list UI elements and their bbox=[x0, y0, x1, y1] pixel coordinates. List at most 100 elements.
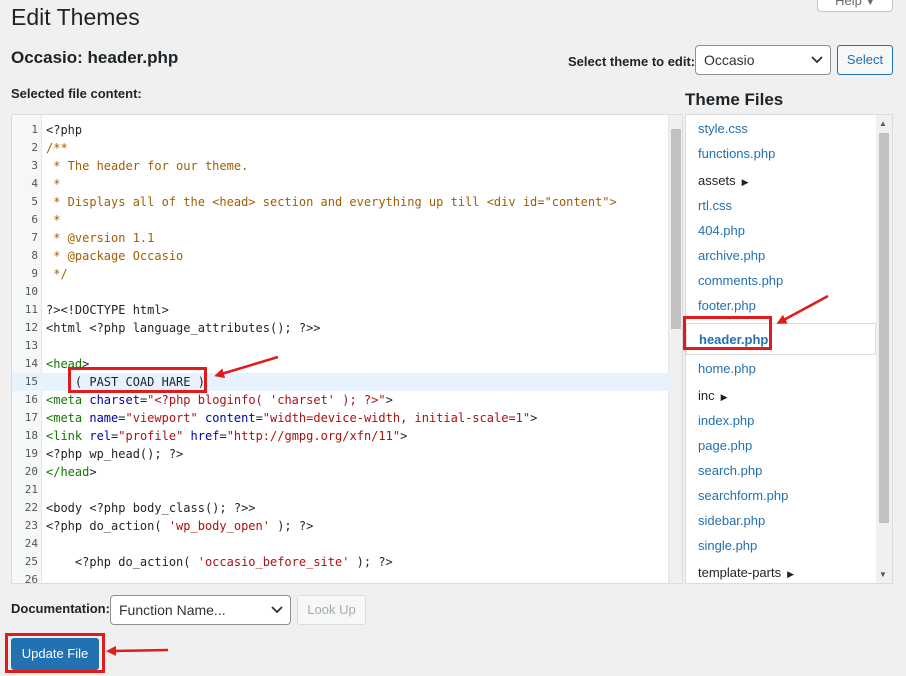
code-line[interactable]: 24 bbox=[12, 535, 669, 553]
code-text[interactable]: <html <?php language_attributes(); ?>> bbox=[46, 319, 321, 337]
code-line[interactable]: 3 * The header for our theme. bbox=[12, 157, 669, 175]
select-button[interactable]: Select bbox=[837, 45, 893, 75]
line-number: 2 bbox=[31, 141, 38, 154]
function-name-select[interactable]: Function Name... bbox=[110, 595, 291, 625]
code-text[interactable]: * bbox=[46, 175, 60, 193]
code-text[interactable]: <?php do_action( 'occasio_before_site' )… bbox=[46, 553, 393, 571]
code-text[interactable]: * Displays all of the <head> section and… bbox=[46, 193, 617, 211]
code-line[interactable]: 6 * bbox=[12, 211, 669, 229]
code-line[interactable]: 12 <html <?php language_attributes(); ?>> bbox=[12, 319, 669, 337]
code-line[interactable]: 11 ?><!DOCTYPE html> bbox=[12, 301, 669, 319]
code-line[interactable]: 16 <meta charset="<?php bloginfo( 'charse… bbox=[12, 391, 669, 409]
scroll-down-icon[interactable]: ▼ bbox=[879, 570, 887, 579]
code-text[interactable]: */ bbox=[46, 265, 67, 283]
code-text[interactable]: <?php wp_head(); ?> bbox=[46, 445, 183, 463]
theme-files-heading: Theme Files bbox=[685, 90, 784, 109]
code-text[interactable]: <?php do_action( 'wp_body_open' ); ?> bbox=[46, 517, 313, 535]
line-number: 3 bbox=[31, 159, 38, 172]
code-line[interactable]: 23 <?php do_action( 'wp_body_open' ); ?> bbox=[12, 517, 669, 535]
code-text[interactable]: <link rel="profile" href="http://gmpg.or… bbox=[46, 427, 407, 445]
code-text[interactable]: * The header for our theme. bbox=[46, 157, 248, 175]
file-item[interactable]: sidebar.php bbox=[698, 511, 765, 531]
line-number: 4 bbox=[31, 177, 38, 190]
editor-scrollbar[interactable] bbox=[668, 115, 682, 583]
file-item[interactable]: search.php bbox=[698, 461, 762, 481]
look-up-button[interactable]: Look Up bbox=[297, 595, 366, 625]
line-number: 19 bbox=[24, 447, 38, 460]
line-number: 20 bbox=[24, 465, 38, 478]
file-item[interactable]: footer.php bbox=[698, 296, 756, 316]
line-number: 1 bbox=[31, 123, 38, 136]
line-number: 22 bbox=[24, 501, 38, 514]
code-line[interactable]: 18 <link rel="profile" href="http://gmpg.… bbox=[12, 427, 669, 445]
file-item[interactable]: comments.php bbox=[698, 271, 783, 291]
expand-arrow-icon: ▶ bbox=[787, 569, 795, 579]
line-number: 14 bbox=[24, 357, 38, 370]
file-item[interactable]: searchform.php bbox=[698, 486, 788, 506]
expand-arrow-icon: ▶ bbox=[720, 392, 728, 402]
code-line[interactable]: 25 <?php do_action( 'occasio_before_site… bbox=[12, 553, 669, 571]
folder-item[interactable]: template-parts ▶ bbox=[698, 563, 794, 583]
code-line[interactable]: 20 </head> bbox=[12, 463, 669, 481]
code-line[interactable]: 2 /** bbox=[12, 139, 669, 157]
code-text[interactable]: * @package Occasio bbox=[46, 247, 183, 265]
code-text[interactable]: ?><!DOCTYPE html> bbox=[46, 301, 169, 319]
code-line[interactable]: 5 * Displays all of the <head> section a… bbox=[12, 193, 669, 211]
code-line[interactable]: 13 bbox=[12, 337, 669, 355]
file-item[interactable]: 404.php bbox=[698, 221, 745, 241]
line-number: 6 bbox=[31, 213, 38, 226]
files-scroll-thumb[interactable] bbox=[879, 133, 889, 523]
file-item[interactable]: archive.php bbox=[698, 246, 765, 266]
file-item[interactable]: single.php bbox=[698, 536, 757, 556]
expand-arrow-icon: ▶ bbox=[741, 177, 749, 187]
code-text[interactable]: * @version 1.1 bbox=[46, 229, 154, 247]
code-text[interactable]: <meta charset="<?php bloginfo( 'charset'… bbox=[46, 391, 393, 409]
line-number: 17 bbox=[24, 411, 38, 424]
file-item[interactable]: home.php bbox=[698, 359, 756, 379]
line-number: 5 bbox=[31, 195, 38, 208]
code-line[interactable]: 21 bbox=[12, 481, 669, 499]
code-line[interactable]: 26 bbox=[12, 571, 669, 583]
code-line[interactable]: 1 <?php bbox=[12, 121, 669, 139]
file-item[interactable]: style.css bbox=[698, 119, 748, 139]
theme-select[interactable]: Occasio bbox=[695, 45, 831, 75]
code-line[interactable]: 7 * @version 1.1 bbox=[12, 229, 669, 247]
code-line[interactable]: 4 * bbox=[12, 175, 669, 193]
code-text[interactable]: * bbox=[46, 211, 60, 229]
file-item[interactable]: functions.php bbox=[698, 144, 775, 164]
file-item[interactable]: page.php bbox=[698, 436, 752, 456]
code-text[interactable]: <?php bbox=[46, 121, 82, 139]
file-item[interactable]: rtl.css bbox=[698, 196, 732, 216]
code-text[interactable]: /** bbox=[46, 139, 68, 157]
code-line[interactable]: 19 <?php wp_head(); ?> bbox=[12, 445, 669, 463]
folder-label: template-parts bbox=[698, 565, 782, 580]
help-tab[interactable]: Help ▼ bbox=[817, 0, 893, 12]
file-item[interactable]: index.php bbox=[698, 411, 754, 431]
code-line[interactable]: 17 <meta name="viewport" content="width=d… bbox=[12, 409, 669, 427]
code-text[interactable]: <body <?php body_class(); ?>> bbox=[46, 499, 256, 517]
selected-file-content-label: Selected file content: bbox=[11, 86, 142, 101]
scroll-up-icon[interactable]: ▲ bbox=[879, 119, 887, 128]
code-line[interactable]: 9 */ bbox=[12, 265, 669, 283]
line-number: 10 bbox=[24, 285, 38, 298]
annotation-box-header-file bbox=[683, 316, 772, 350]
code-line[interactable]: 10 bbox=[12, 283, 669, 301]
line-number: 12 bbox=[24, 321, 38, 334]
files-scrollbar[interactable]: ▲ ▼ bbox=[876, 115, 892, 583]
function-name-value: Function Name... bbox=[119, 602, 226, 618]
line-number: 15 bbox=[24, 375, 38, 388]
code-text[interactable]: </head> bbox=[46, 463, 97, 481]
select-theme-label: Select theme to edit: bbox=[568, 54, 696, 69]
line-number: 18 bbox=[24, 429, 38, 442]
theme-select-value: Occasio bbox=[704, 52, 755, 68]
editor-scroll-thumb[interactable] bbox=[671, 129, 681, 329]
code-editor[interactable]: 1 <?php 2/** 3 * The header for our theme. 4… bbox=[11, 114, 683, 584]
folder-item[interactable]: assets ▶ bbox=[698, 171, 749, 191]
code-line[interactable]: 8 * @package Occasio bbox=[12, 247, 669, 265]
line-number: 25 bbox=[24, 555, 38, 568]
code-line[interactable]: 22 <body <?php body_class(); ?>> bbox=[12, 499, 669, 517]
annotation-box-update bbox=[5, 633, 105, 673]
documentation-label: Documentation: bbox=[11, 601, 110, 616]
folder-item[interactable]: inc ▶ bbox=[698, 386, 728, 406]
code-text[interactable]: <meta name="viewport" content="width=dev… bbox=[46, 409, 537, 427]
